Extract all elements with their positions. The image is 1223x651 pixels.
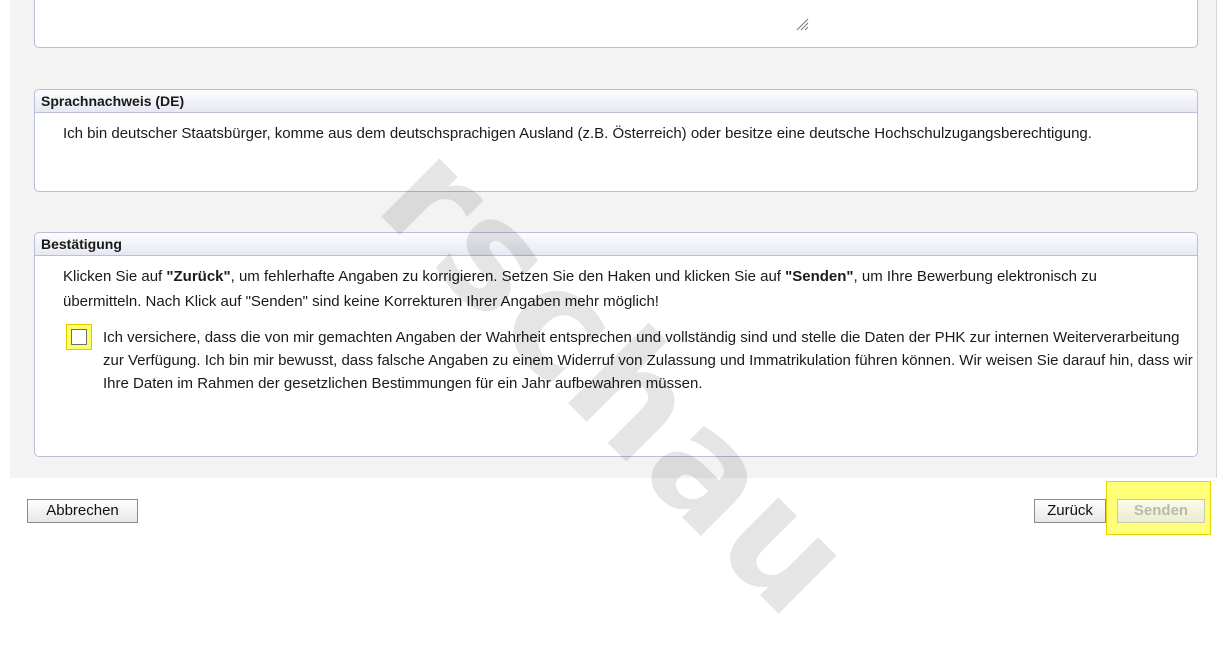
sprachnachweis-title: Sprachnachweis (DE) [35,90,1197,113]
textarea-panel [34,0,1198,48]
cancel-button[interactable]: Abbrechen [27,499,138,523]
intro-zurueck-emphasis: "Zurück" [166,268,231,285]
send-button[interactable]: Senden [1117,499,1205,523]
bestaetigung-title: Bestätigung [35,233,1197,256]
intro-part-1: Klicken Sie auf [63,268,167,285]
form-content-area: Sprachnachweis (DE) Ich bin deutscher St… [10,0,1217,478]
back-button[interactable]: Zurück [1034,499,1106,523]
sprachnachweis-panel: Sprachnachweis (DE) Ich bin deutscher St… [34,89,1198,192]
bestaetigung-panel: Bestätigung Klicken Sie auf "Zurück", um… [34,232,1198,457]
resize-grip-icon[interactable] [795,17,809,31]
confirm-row: Ich versichere, dass die von mir gemacht… [35,326,1197,395]
intro-senden-emphasis: "Senden" [785,268,854,285]
confirm-text: Ich versichere, dass die von mir gemacht… [103,329,1193,392]
confirm-checkbox[interactable] [71,329,87,345]
sprachnachweis-text: Ich bin deutscher Staatsbürger, komme au… [63,125,1092,142]
intro-part-2: , um fehlerhafte Angaben zu korrigieren.… [230,268,786,285]
bestaetigung-intro: Klicken Sie auf "Zurück", um fehlerhafte… [35,256,1197,314]
